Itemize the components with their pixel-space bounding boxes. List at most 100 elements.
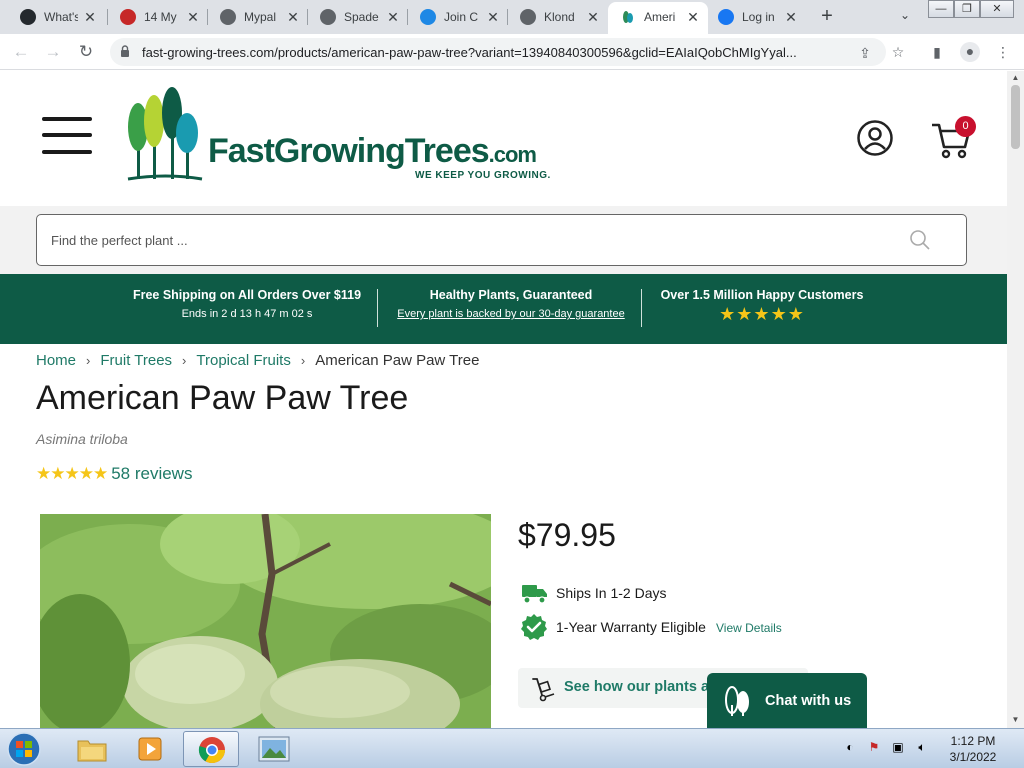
ships-text: Ships In 1-2 Days bbox=[556, 585, 667, 601]
system-clock[interactable]: 1:12 PM 3/1/2022 bbox=[936, 733, 1010, 765]
back-icon[interactable]: ← bbox=[10, 41, 32, 63]
browser-tab[interactable]: Log in ✕ bbox=[708, 0, 808, 34]
truck-icon bbox=[522, 585, 547, 604]
close-tab-icon[interactable]: ✕ bbox=[385, 9, 401, 25]
product-rating[interactable]: ★★★★★ 58 reviews bbox=[36, 464, 192, 484]
browser-tab-active[interactable]: Ameri ✕ bbox=[608, 2, 708, 34]
tab-search-chevron-icon[interactable]: ⌄ bbox=[896, 8, 914, 26]
reload-icon[interactable]: ↻ bbox=[75, 41, 97, 63]
web-page: FastGrowingTrees.com WE KEEP YOU GROWING… bbox=[0, 71, 1007, 728]
close-tab-icon[interactable]: ✕ bbox=[285, 9, 301, 25]
shipping-info: Ships In 1-2 Days bbox=[520, 579, 720, 607]
product-title: American Paw Paw Tree bbox=[36, 379, 409, 417]
folder-icon bbox=[77, 740, 107, 762]
tab-title: Ameri bbox=[644, 10, 676, 24]
explorer-taskbar-button[interactable] bbox=[64, 731, 120, 767]
promo-heading: Free Shipping on All Orders Over $119 bbox=[132, 288, 362, 302]
promo-customers: Over 1.5 Million Happy Customers ★★★★★ bbox=[652, 288, 872, 325]
pawpaw-photo bbox=[40, 514, 491, 728]
breadcrumb-chevron-icon: › bbox=[182, 353, 187, 368]
account-icon[interactable] bbox=[857, 120, 893, 156]
volume-icon[interactable]: 🔈︎ bbox=[914, 739, 930, 755]
action-center-flag-icon[interactable]: ⚑ bbox=[866, 739, 882, 755]
close-window-icon[interactable]: ✕ bbox=[980, 0, 1014, 18]
latin-name: Asimina triloba bbox=[36, 431, 128, 447]
hand-truck-icon bbox=[532, 678, 555, 702]
breadcrumb-current: American Paw Paw Tree bbox=[315, 352, 480, 369]
close-tab-icon[interactable]: ✕ bbox=[783, 9, 799, 25]
close-tab-icon[interactable]: ✕ bbox=[685, 9, 701, 25]
facebook-icon bbox=[718, 9, 734, 25]
browser-tab[interactable]: Join C ✕ bbox=[408, 0, 508, 34]
new-tab-icon[interactable]: + bbox=[816, 6, 838, 28]
breadcrumb-tropical-fruits[interactable]: Tropical Fruits bbox=[196, 352, 290, 369]
display-icon[interactable]: ▣ bbox=[890, 739, 906, 755]
guarantee-link[interactable]: Every plant is backed by our 30-day guar… bbox=[388, 308, 634, 320]
side-panel-icon[interactable]: ▮ bbox=[928, 43, 946, 61]
close-tab-icon[interactable]: ✕ bbox=[585, 9, 601, 25]
photo-viewer-icon bbox=[258, 736, 290, 762]
breadcrumb-chevron-icon: › bbox=[86, 353, 91, 368]
page-scrollbar[interactable]: ▲ ▼ bbox=[1007, 71, 1024, 728]
browser-tab[interactable]: What's ✕ bbox=[0, 0, 108, 34]
menu-dots-icon[interactable]: ⋮ bbox=[994, 43, 1012, 61]
network-status-icon[interactable]: ◐ bbox=[842, 739, 858, 755]
tab-title: Log in bbox=[742, 10, 775, 24]
forward-icon[interactable]: → bbox=[42, 41, 64, 63]
clock-date: 3/1/2022 bbox=[949, 750, 997, 764]
reviews-link[interactable]: 58 reviews bbox=[111, 464, 192, 483]
search-input[interactable] bbox=[51, 229, 891, 251]
minimize-window-icon[interactable]: — bbox=[928, 0, 954, 18]
globe-icon bbox=[520, 9, 536, 25]
logo-tagline: WE KEEP YOU GROWING. bbox=[415, 170, 551, 181]
breadcrumb-home[interactable]: Home bbox=[36, 352, 76, 369]
restore-window-icon[interactable]: ❐ bbox=[954, 0, 980, 18]
browser-tab-strip: What's ✕ 14 My ✕ Mypal ✕ Spade ✕ Join C … bbox=[0, 0, 1024, 34]
rating-stars: ★★★★★ bbox=[36, 464, 108, 483]
promo-divider bbox=[641, 289, 642, 327]
breadcrumb-fruit-trees[interactable]: Fruit Trees bbox=[100, 352, 172, 369]
breadcrumb-chevron-icon: › bbox=[300, 353, 306, 368]
logo-name: FastGrowingTrees bbox=[208, 132, 490, 170]
url-text: fast-growing-trees.com/products/american… bbox=[142, 45, 797, 60]
view-details-link[interactable]: View Details bbox=[716, 621, 782, 635]
tab-title: What's bbox=[44, 10, 78, 24]
media-player-taskbar-button[interactable] bbox=[122, 731, 178, 767]
breadcrumb: Home › Fruit Trees › Tropical Fruits › America… bbox=[36, 352, 479, 369]
address-bar[interactable]: fast-growing-trees.com/products/american… bbox=[110, 38, 886, 66]
chat-label: Chat with us bbox=[765, 693, 852, 709]
browser-tab[interactable]: Spade ✕ bbox=[308, 0, 408, 34]
browser-tab[interactable]: Mypal ✕ bbox=[208, 0, 308, 34]
profile-icon[interactable]: ● bbox=[960, 42, 980, 62]
chat-with-us-button[interactable]: Chat with us bbox=[707, 673, 867, 728]
close-tab-icon[interactable]: ✕ bbox=[185, 9, 201, 25]
close-tab-icon[interactable]: ✕ bbox=[82, 9, 98, 25]
search-icon[interactable] bbox=[909, 229, 931, 251]
cart-count-badge: 0 bbox=[955, 116, 976, 137]
scrollbar-thumb[interactable] bbox=[1011, 85, 1020, 149]
see-how-text: See how our plants a bbox=[564, 679, 710, 695]
github-icon bbox=[20, 9, 36, 25]
tab-title: Mypal bbox=[244, 10, 277, 24]
chrome-taskbar-button[interactable] bbox=[183, 731, 239, 767]
browser-tab[interactable]: 14 My ✕ bbox=[108, 0, 208, 34]
close-tab-icon[interactable]: ✕ bbox=[485, 9, 501, 25]
photo-viewer-taskbar-button[interactable] bbox=[246, 731, 302, 767]
logo-domain: .com bbox=[488, 142, 537, 167]
trees-logo-icon bbox=[127, 87, 203, 181]
search-band bbox=[0, 206, 1007, 274]
s-icon bbox=[420, 9, 436, 25]
promo-heading: Over 1.5 Million Happy Customers bbox=[660, 288, 864, 302]
logo-wordmark: FastGrowingTrees.com bbox=[208, 132, 537, 171]
windows-start-icon[interactable] bbox=[4, 730, 44, 768]
share-icon[interactable]: ⇪ bbox=[856, 44, 874, 62]
site-logo[interactable]: FastGrowingTrees.com WE KEEP YOU GROWING… bbox=[126, 87, 556, 185]
scroll-down-icon[interactable]: ▼ bbox=[1010, 715, 1021, 725]
product-image[interactable] bbox=[40, 514, 491, 728]
hamburger-menu-icon[interactable] bbox=[42, 117, 92, 155]
browser-tab[interactable]: Klond ✕ bbox=[508, 0, 608, 34]
browser-toolbar: ← → ↻ fast-growing-trees.com/products/am… bbox=[0, 34, 1024, 70]
bookmark-star-icon[interactable]: ☆ bbox=[889, 43, 907, 61]
tab-title: Spade bbox=[344, 10, 379, 24]
scroll-up-icon[interactable]: ▲ bbox=[1010, 73, 1021, 83]
